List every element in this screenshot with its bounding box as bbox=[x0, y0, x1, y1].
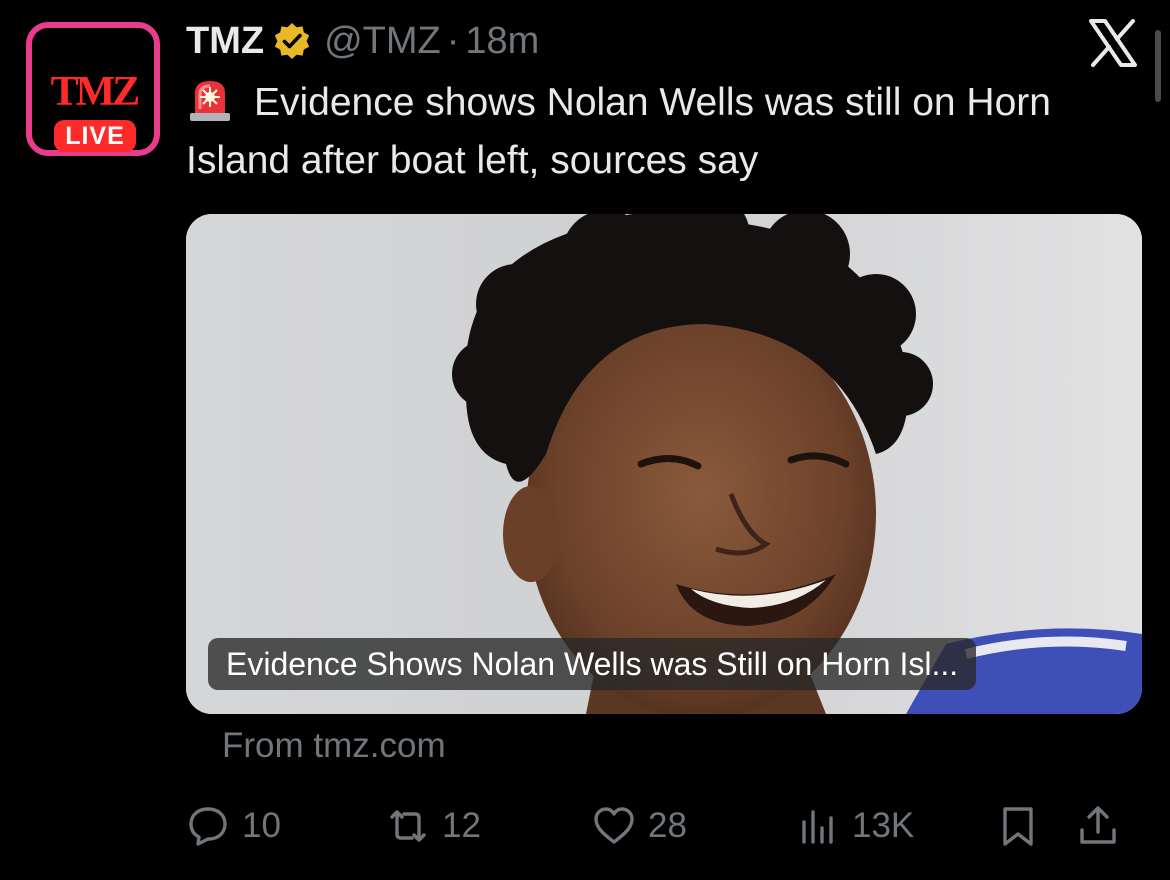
author-display-name[interactable]: TMZ bbox=[186, 20, 264, 63]
like-button[interactable]: 28 bbox=[592, 796, 687, 856]
card-title-caption[interactable]: Evidence Shows Nolan Wells was Still on … bbox=[208, 638, 977, 690]
like-count: 28 bbox=[648, 806, 687, 845]
post-time[interactable]: 18m bbox=[465, 20, 539, 63]
bookmark-button[interactable] bbox=[996, 796, 1040, 856]
action-bar: 10 12 28 13K bbox=[186, 796, 1146, 856]
tweet-header: TMZ @TMZ · 18m bbox=[186, 16, 539, 66]
link-card[interactable]: Evidence Shows Nolan Wells was Still on … bbox=[186, 214, 1142, 714]
scrollbar[interactable] bbox=[1155, 30, 1161, 102]
share-upload-icon bbox=[1080, 806, 1116, 844]
views-button[interactable]: 13K bbox=[796, 796, 914, 856]
views-count: 13K bbox=[852, 806, 915, 845]
reply-count: 10 bbox=[242, 806, 281, 845]
author-avatar[interactable]: TMZ LIVE bbox=[26, 22, 160, 156]
author-handle[interactable]: @TMZ bbox=[324, 20, 441, 63]
heart-icon bbox=[594, 807, 634, 844]
tweet-text: Evidence shows Nolan Wells was still on … bbox=[186, 74, 1116, 190]
separator-dot: · bbox=[446, 19, 460, 62]
bookmark-icon bbox=[1003, 807, 1033, 846]
repost-button[interactable]: 12 bbox=[386, 796, 481, 856]
tmz-logo-text: TMZ bbox=[50, 69, 141, 115]
share-button[interactable] bbox=[1076, 796, 1120, 856]
card-source[interactable]: From tmz.com bbox=[222, 726, 446, 766]
live-badge: LIVE bbox=[54, 120, 136, 152]
repost-count: 12 bbox=[442, 806, 481, 845]
tweet-body-text: Evidence shows Nolan Wells was still on … bbox=[186, 81, 1051, 182]
repost-arrows-icon bbox=[390, 810, 426, 842]
reply-button[interactable]: 10 bbox=[186, 796, 281, 856]
verified-badge-icon[interactable] bbox=[272, 21, 312, 61]
views-bars-icon bbox=[802, 810, 833, 844]
tweet[interactable]: TMZ LIVE TMZ @TMZ · 18m Evidence shows N… bbox=[0, 0, 1170, 880]
x-logo-icon[interactable] bbox=[1086, 16, 1140, 70]
police-siren-emoji-icon bbox=[190, 81, 230, 121]
reply-bubble-icon bbox=[189, 807, 227, 846]
